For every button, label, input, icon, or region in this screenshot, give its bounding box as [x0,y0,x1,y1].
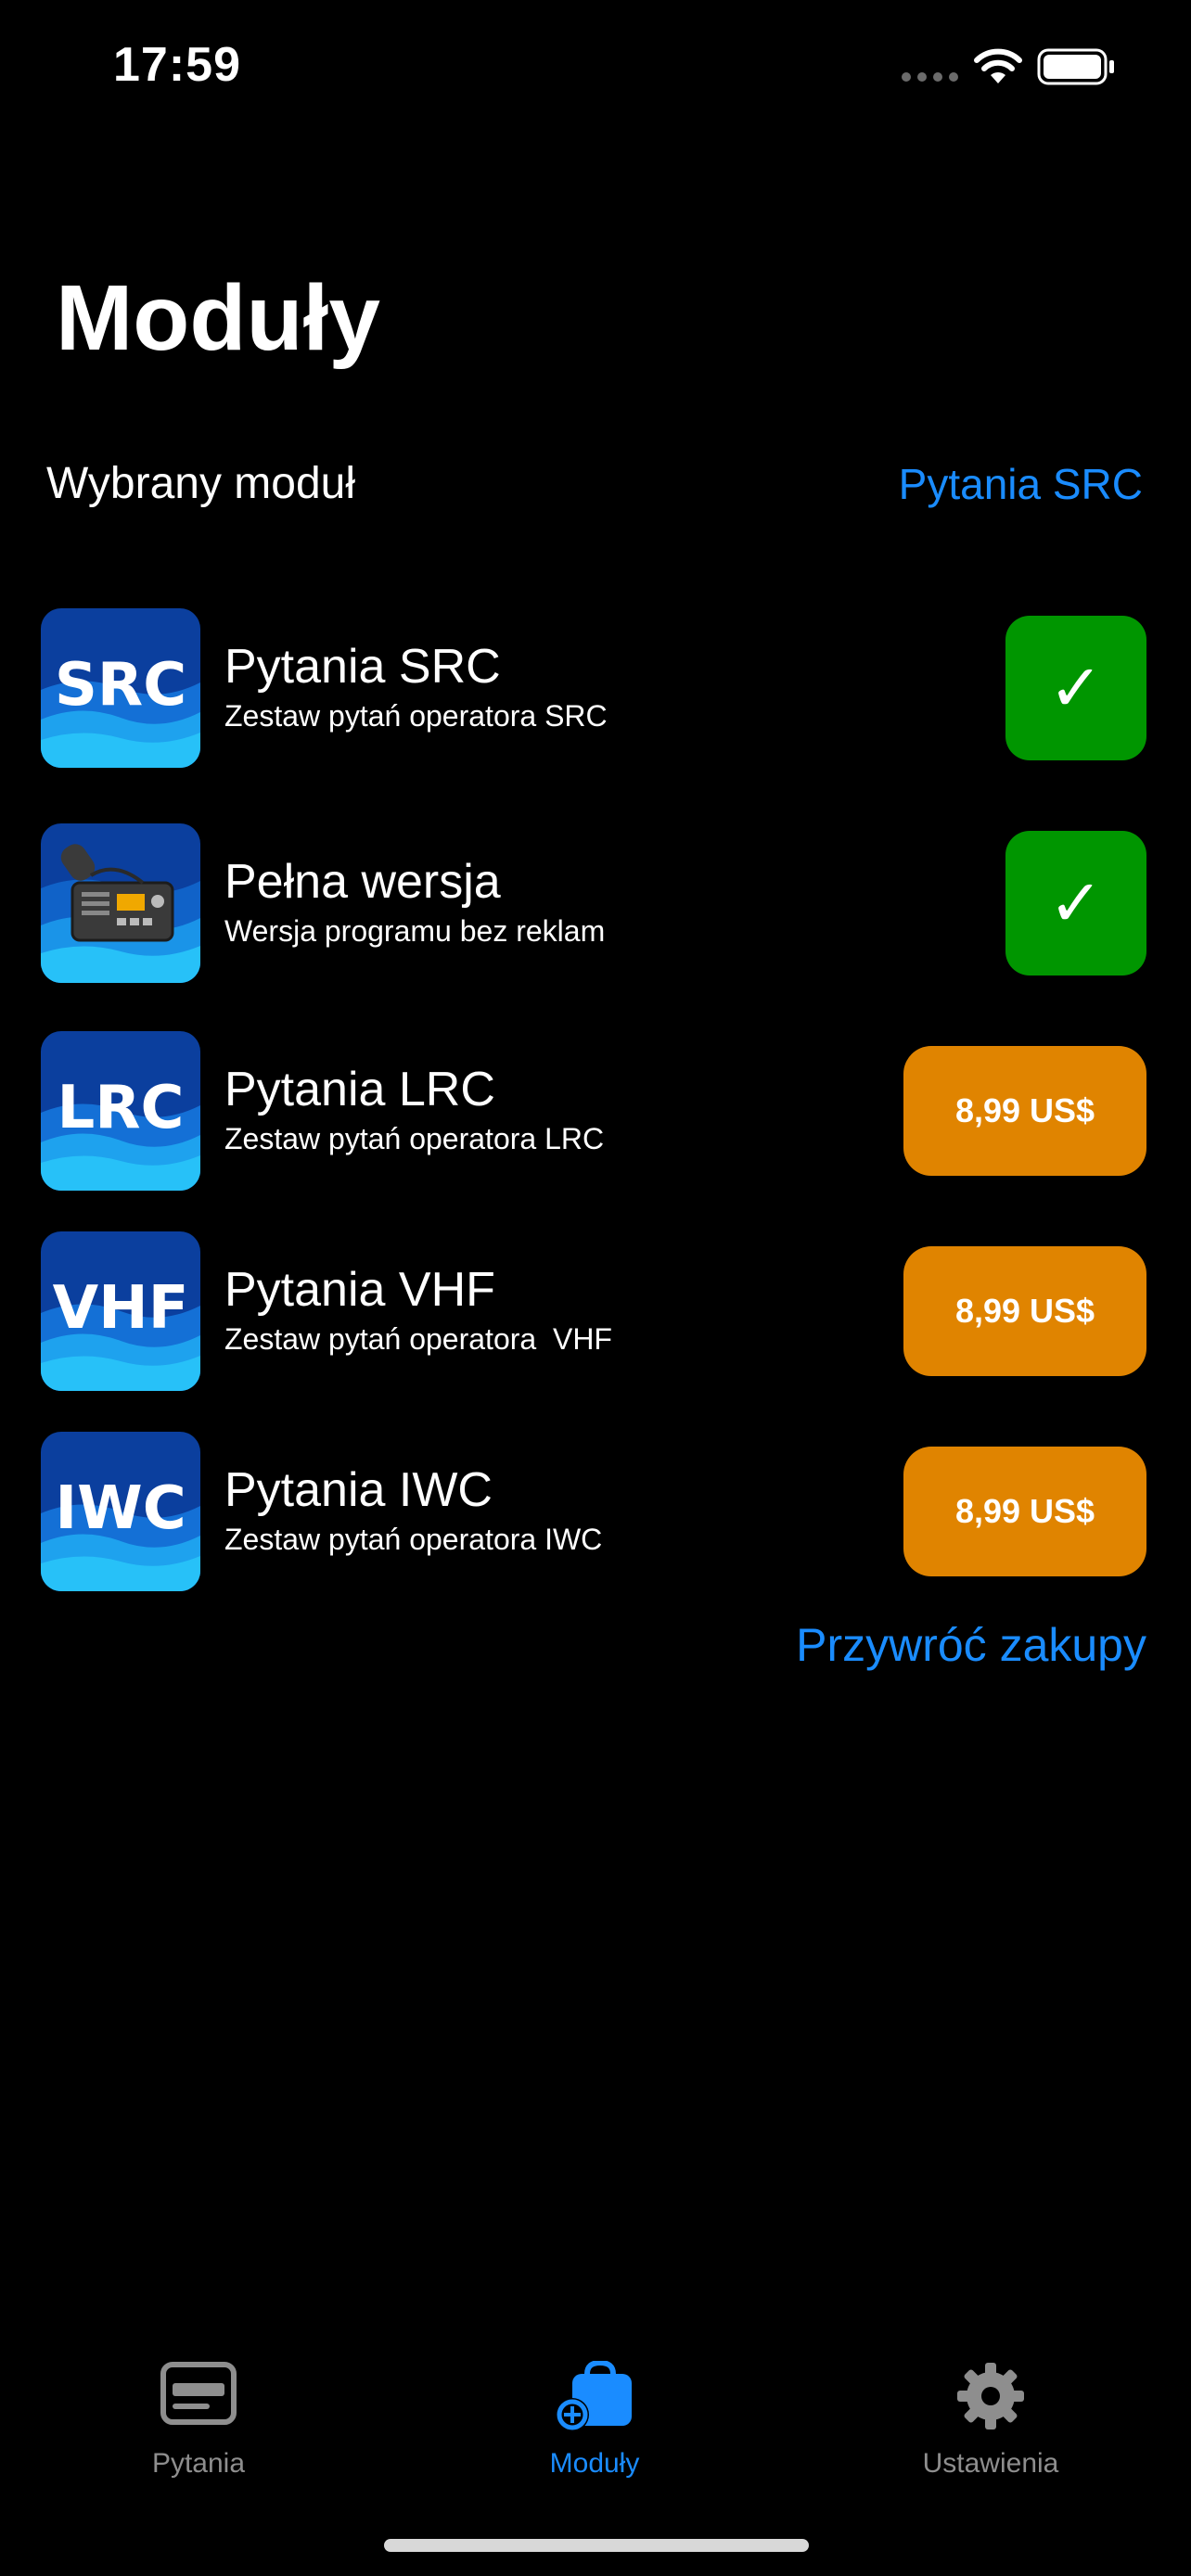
module-item-src[interactable]: SRC Pytania SRC Zestaw pytań operatora S… [41,608,1146,768]
cellular-signal-icon [902,72,959,82]
module-description: Zestaw pytań operatora SRC [224,699,608,733]
checkmark-icon: ✓ [1048,652,1104,724]
wifi-icon [974,48,1022,83]
tab-bar: Pytania Moduły Ustawienia [0,2346,1191,2494]
module-description: Zestaw pytań operatora IWC [224,1523,603,1556]
status-time: 17:59 [113,38,241,92]
module-description: Zestaw pytań operatora VHF [224,1322,612,1356]
gear-icon [957,2363,1024,2429]
iwc-module-icon: IWC [41,1432,200,1591]
owned-checkmark-button[interactable]: ✓ [1005,831,1146,976]
owned-checkmark-button[interactable]: ✓ [1005,616,1146,760]
buy-lrc-button[interactable]: 8,99 US$ [903,1046,1146,1176]
module-description: Zestaw pytań operatora LRC [224,1122,605,1155]
module-name: Pytania VHF [224,1263,495,1317]
card-icon [160,2362,237,2425]
src-icon-text: SRC [55,651,186,720]
module-item-lrc[interactable]: LRC Pytania LRC Zestaw pytań operatora L… [41,1031,1146,1191]
iwc-icon-text: IWC [55,1474,186,1543]
module-name: Pytania LRC [224,1063,495,1116]
vhf-icon-text: VHF [53,1274,189,1343]
tab-modules[interactable]: Moduły [455,2346,734,2494]
module-name: Pytania IWC [224,1463,493,1517]
selected-module-value[interactable]: Pytania SRC [899,456,1143,512]
status-bar: 17:59 [0,0,1191,139]
home-indicator [384,2539,809,2552]
page-title: Moduły [56,266,380,370]
tab-label: Pytania [151,2448,246,2479]
tab-settings[interactable]: Ustawienia [852,2346,1130,2494]
module-item-iwc[interactable]: IWC Pytania IWC Zestaw pytań operatora I… [41,1432,1146,1591]
restore-purchases-button[interactable]: Przywróć zakupy [796,1615,1146,1675]
module-description: Wersja programu bez reklam [224,914,606,948]
buy-iwc-button[interactable]: 8,99 US$ [903,1447,1146,1576]
battery-icon [1037,48,1114,85]
lrc-module-icon: LRC [41,1031,200,1191]
radio-module-icon [41,823,200,983]
module-item-vhf[interactable]: VHF Pytania VHF Zestaw pytań operatora V… [41,1231,1146,1391]
module-item-full-version[interactable]: Pełna wersja Wersja programu bez reklam … [41,823,1146,983]
bag-add-icon [556,2361,632,2431]
tab-label: Moduły [549,2448,640,2479]
checkmark-icon: ✓ [1048,867,1104,939]
module-name: Pełna wersja [224,855,501,909]
lrc-icon-text: LRC [57,1074,184,1142]
src-module-icon: SRC [41,608,200,768]
module-name: Pytania SRC [224,640,501,694]
vhf-module-icon: VHF [41,1231,200,1391]
selected-module-label: Wybrany moduł [46,459,356,508]
buy-vhf-button[interactable]: 8,99 US$ [903,1246,1146,1376]
tab-questions[interactable]: Pytania [59,2346,338,2494]
tab-label: Ustawienia [922,2448,1059,2479]
